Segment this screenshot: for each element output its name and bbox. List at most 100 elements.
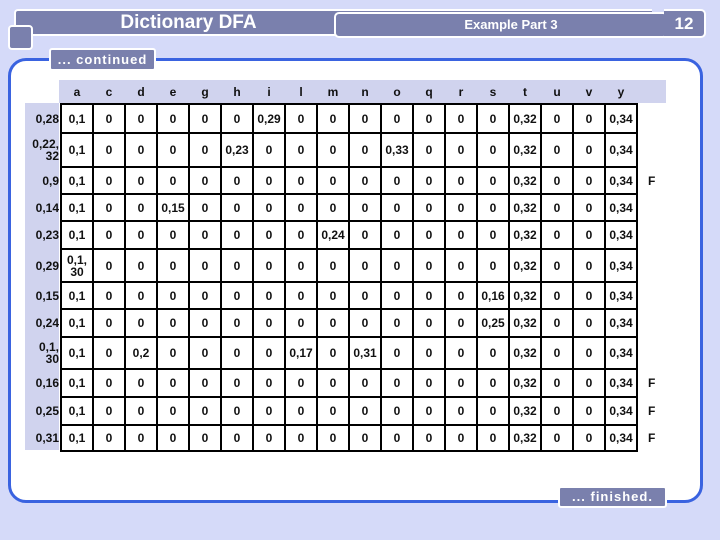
- table-header-row: acdeghilmnoqrstuvy: [25, 80, 678, 104]
- state-label: 0,24: [35, 316, 59, 330]
- transition-cell: 0: [252, 132, 286, 168]
- transition-cell: 0: [380, 424, 414, 452]
- transition-cell: 0,34: [604, 166, 638, 195]
- transition-cell: 0: [572, 103, 606, 134]
- transition-cell: 0: [316, 248, 350, 283]
- transition-cell: 0: [252, 193, 286, 222]
- state-label: 0,1, 30: [38, 340, 59, 366]
- transition-cell: 0: [252, 396, 286, 426]
- transition-cell: 0: [156, 368, 190, 398]
- transition-cell: 0: [380, 336, 414, 370]
- transition-cell: 0: [572, 193, 606, 222]
- transition-cell: 0: [284, 103, 318, 134]
- transition-cell: 0: [380, 281, 414, 310]
- transition-cell: 0: [156, 424, 190, 452]
- transition-cell: 0: [476, 166, 510, 195]
- corner-decoration: [8, 25, 33, 50]
- transition-cell: 0: [444, 368, 478, 398]
- transition-cell: 0: [572, 281, 606, 310]
- state-label: 0,29: [35, 258, 59, 273]
- state-label: 0,23: [35, 228, 59, 242]
- table-row: 0,23 0,1 0 0 0 0 0 0 0 0,24 0 0 0 0 0 0,32 0 0 0,34: [25, 220, 678, 250]
- transition-cell: 0: [252, 220, 286, 250]
- title-bar: Dictionary DFA: [14, 9, 336, 36]
- state-label: 0,9: [42, 173, 59, 188]
- transition-cell: 0: [572, 424, 606, 452]
- transition-cell: 0: [316, 193, 350, 222]
- transition-cell: 0: [156, 248, 190, 283]
- column-header: e: [169, 84, 177, 99]
- column-header: i: [267, 84, 271, 99]
- transition-cell: 0: [188, 166, 222, 195]
- transition-cell: 0,24: [316, 220, 350, 250]
- transition-cell: 0: [476, 132, 510, 168]
- transition-cell: 0: [284, 308, 318, 338]
- column-header: o: [393, 84, 401, 99]
- transition-cell: 0,1: [60, 166, 94, 195]
- transition-cell: 0,34: [604, 396, 638, 426]
- transition-cell: 0: [444, 396, 478, 426]
- transition-cell: 0,34: [604, 103, 638, 134]
- transition-cell: 0,32: [508, 193, 542, 222]
- column-header: c: [105, 84, 113, 99]
- table-row: 0,14 0,1 0 0 0,15 0 0 0 0 0 0 0 0 0 0 0,32 0 0 0,34: [25, 193, 678, 222]
- transition-cell: 0,34: [604, 424, 638, 452]
- transition-cell: 0: [156, 103, 190, 134]
- state-label: 0,25: [35, 404, 59, 418]
- transition-cell: 0,32: [508, 103, 542, 134]
- column-header: l: [299, 84, 303, 99]
- final-state-marker: [637, 221, 678, 249]
- table-row: 0,31 0,1 0 0 0 0 0 0 0 0 0 0 0 0 0 0,32 0 0 0,34 F: [25, 424, 678, 452]
- column-header: n: [361, 84, 369, 99]
- transition-cell: 0: [220, 166, 254, 195]
- transition-cell: 0,32: [508, 368, 542, 398]
- transition-cell: 0: [124, 166, 158, 195]
- transition-cell: 0: [540, 424, 574, 452]
- transition-cell: 0,1: [60, 193, 94, 222]
- transition-cell: 0,1, 30: [60, 248, 94, 283]
- transition-cell: 0: [540, 281, 574, 310]
- transition-cell: 0: [444, 220, 478, 250]
- table-row: 0,9 0,1 0 0 0 0 0 0 0 0 0 0 0 0 0 0,32 0 0 0,34 F: [25, 166, 678, 195]
- table-row: 0,29 0,1, 30 0 0 0 0 0 0 0 0 0 0 0 0 0 0,32 0 0 0,34: [25, 248, 678, 283]
- transition-cell: 0,17: [284, 336, 318, 370]
- transition-cell: 0: [412, 368, 446, 398]
- transition-cell: 0: [124, 308, 158, 338]
- column-header: r: [458, 84, 464, 99]
- transition-cell: 0: [284, 281, 318, 310]
- transition-cell: 0,32: [508, 132, 542, 168]
- column-header: v: [585, 84, 593, 99]
- slide-title: Dictionary DFA: [120, 12, 257, 33]
- transition-cell: 0: [348, 132, 382, 168]
- transition-cell: 0,34: [604, 336, 638, 370]
- state-label: 0,15: [35, 288, 59, 303]
- transition-cell: 0: [188, 248, 222, 283]
- transition-cell: 0: [476, 103, 510, 134]
- transition-cell: 0: [188, 396, 222, 426]
- transition-cell: 0: [572, 396, 606, 426]
- state-label: 0,31: [35, 431, 59, 445]
- transition-cell: 0,1: [60, 308, 94, 338]
- transition-cell: 0: [412, 396, 446, 426]
- column-header: h: [233, 84, 241, 99]
- transition-cell: 0: [348, 103, 382, 134]
- transition-cell: 0: [284, 368, 318, 398]
- transition-cell: 0: [284, 396, 318, 426]
- transition-cell: 0: [412, 103, 446, 134]
- table-row: 0,22, 32 0,1 0 0 0 0 0,23 0 0 0 0 0,33 0 0 0 0,32 0 0 0,34: [25, 132, 678, 168]
- column-header: g: [201, 84, 209, 99]
- transition-cell: 0: [540, 166, 574, 195]
- transition-cell: 0: [540, 193, 574, 222]
- final-state-marker: [637, 309, 678, 337]
- transition-cell: 0: [412, 193, 446, 222]
- transition-cell: 0: [316, 166, 350, 195]
- transition-cell: 0: [92, 103, 126, 134]
- transition-cell: 0: [284, 424, 318, 452]
- transition-cell: 0: [476, 193, 510, 222]
- final-state-marker: [637, 249, 678, 282]
- transition-cell: 0,32: [508, 248, 542, 283]
- transition-cell: 0: [540, 308, 574, 338]
- transition-cell: 0: [92, 308, 126, 338]
- final-state-marker: F: [648, 431, 656, 445]
- transition-cell: 0: [284, 220, 318, 250]
